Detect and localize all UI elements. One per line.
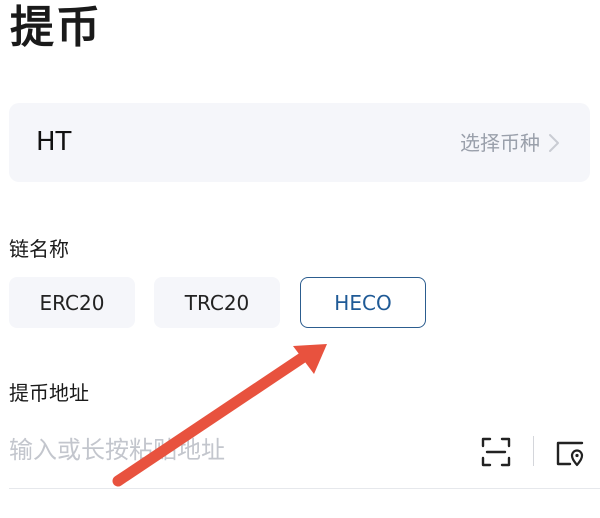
coin-selector[interactable]: HT 选择币种 (9, 103, 590, 182)
withdraw-address-input[interactable] (9, 428, 449, 472)
chain-option-trc20[interactable]: TRC20 (154, 277, 280, 328)
withdraw-address-label: 提币地址 (9, 381, 89, 405)
scan-icon[interactable] (480, 436, 512, 468)
address-book-icon[interactable] (554, 436, 588, 468)
coin-value: HT (36, 127, 72, 157)
select-coin-label[interactable]: 选择币种 (460, 131, 540, 155)
chain-option-erc20[interactable]: ERC20 (9, 277, 135, 328)
icon-divider (533, 436, 534, 466)
page-title: 提币 (10, 2, 102, 53)
chevron-right-icon[interactable] (542, 131, 566, 155)
chain-name-label: 链名称 (9, 237, 69, 261)
chain-option-heco[interactable]: HECO (300, 277, 426, 328)
address-underline (9, 488, 600, 489)
